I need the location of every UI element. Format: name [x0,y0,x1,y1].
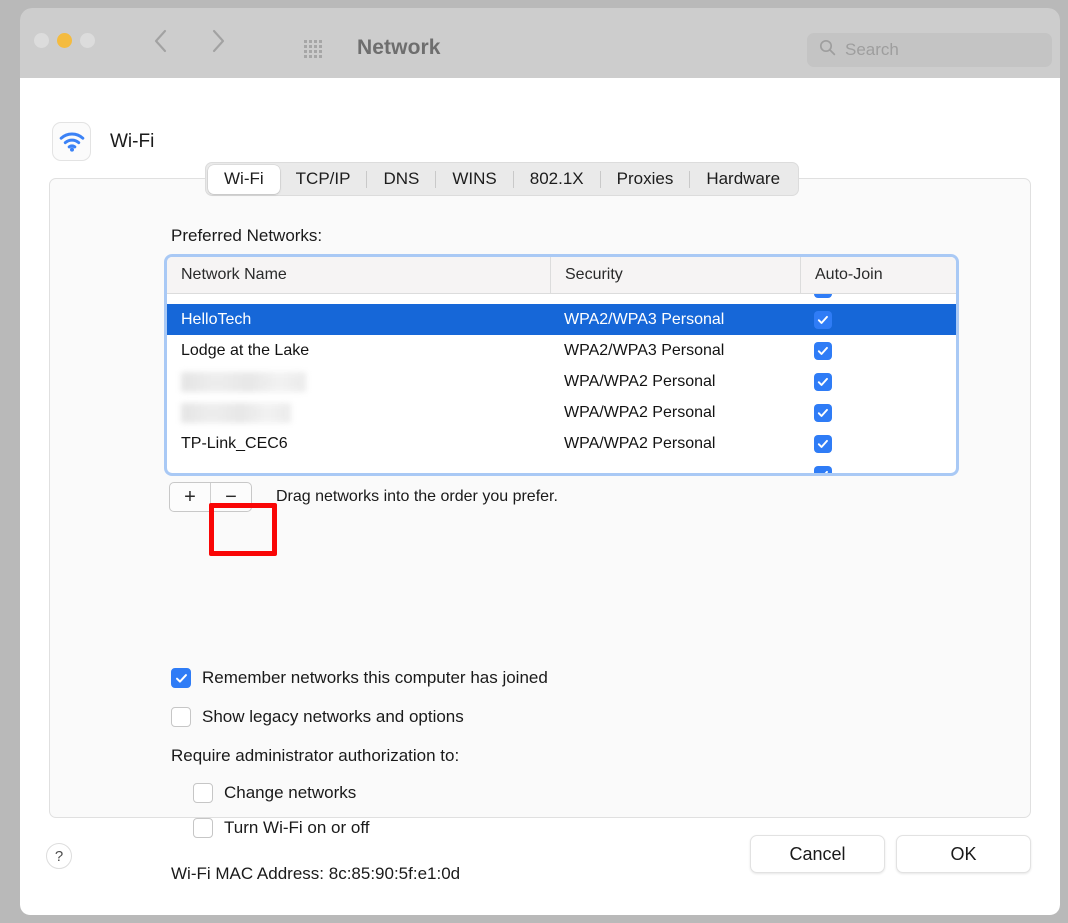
search-input[interactable]: Search [807,33,1052,67]
cell-security: WPA/WPA2 Personal [564,434,716,452]
cancel-button[interactable]: Cancel [750,835,885,873]
option-label: Remember networks this computer has join… [202,668,548,687]
tab-8021x[interactable]: 802.1X [514,165,600,194]
table-row[interactable]: Lodge at the Lake WPA2/WPA3 Personal [167,335,956,366]
minimize-button[interactable] [57,33,72,48]
service-title: Wi-Fi [110,130,155,152]
grid-icon[interactable] [304,40,326,58]
cell-network-name: TP-Link_CEC6 [181,434,288,452]
column-header-auto-join[interactable]: Auto-Join [800,257,956,293]
zoom-button[interactable] [80,33,95,48]
ok-button[interactable]: OK [896,835,1031,873]
tab-proxies[interactable]: Proxies [601,165,690,194]
cell-security: WPA2/WPA3 Personal [564,310,725,328]
chevron-left-icon[interactable] [150,29,170,53]
auto-join-checkbox[interactable] [814,403,832,422]
option-turn-wifi-on-off[interactable]: Turn Wi-Fi on or off [193,818,369,838]
window-toolbar: Network Search [20,8,1060,78]
change-networks-checkbox[interactable] [193,783,213,803]
cell-auto-join [800,434,956,453]
cell-auto-join [800,310,956,329]
auto-join-checkbox[interactable] [814,372,832,391]
chevron-right-icon[interactable] [208,29,228,53]
option-label: Show legacy networks and options [202,707,464,726]
cell-auto-join [800,341,956,360]
table-row-selected[interactable]: HelloTech WPA2/WPA3 Personal [167,304,956,335]
cell-security: WPA/WPA2 Personal [564,372,716,390]
option-label: Change networks [224,783,357,802]
network-settings-sheet: Wi-Fi Wi-Fi TCP/IP DNS WINS 802.1X Proxi… [20,78,1060,915]
cell-network-name-redacted [167,371,550,392]
wifi-icon [52,122,91,161]
redacted-network-name [181,371,306,392]
help-button[interactable]: ? [46,843,72,869]
option-remember-networks[interactable]: Remember networks this computer has join… [171,668,548,688]
auto-join-checkbox[interactable] [814,310,832,329]
table-row[interactable]: WPA/WPA2 Personal [167,366,956,397]
tab-wifi[interactable]: Wi-Fi [208,164,280,194]
navigation-buttons [150,29,228,53]
option-label: Turn Wi-Fi on or off [224,818,370,837]
cell-security: WPA/WPA2 Personal [564,403,716,421]
turn-wifi-checkbox[interactable] [193,818,213,838]
network-preferences-window: Network Search Wi-Fi Wi-Fi TCP/IP DNS WI… [20,8,1060,915]
add-remove-network-controls: + − [169,482,252,512]
column-header-security[interactable]: Security [550,257,800,293]
page-title: Network [357,36,441,59]
cell-network-name: Lodge at the Lake [181,341,310,359]
auto-join-checkbox[interactable] [814,434,832,453]
desktop-backdrop: Network Search Wi-Fi Wi-Fi TCP/IP DNS WI… [0,0,1068,923]
table-body: HelloTech WPA2/WPA3 Personal Lodge at th… [167,294,956,473]
drag-hint-text: Drag networks into the order you prefer. [276,488,558,505]
settings-tabbar: Wi-Fi TCP/IP DNS WINS 802.1X Proxies Har… [205,162,800,196]
preferred-networks-table[interactable]: Network Name Security Auto-Join HelloTec… [167,257,956,473]
redacted-network-name [181,402,291,423]
search-placeholder: Search [845,40,899,59]
require-admin-label: Require administrator authorization to: [171,746,460,765]
settings-panel: Wi-Fi TCP/IP DNS WINS 802.1X Proxies Har… [49,162,1031,883]
auto-join-checkbox[interactable] [814,294,832,298]
column-header-network-name[interactable]: Network Name [167,257,550,293]
tab-hardware[interactable]: Hardware [690,165,796,194]
cell-auto-join [800,465,956,473]
service-header: Wi-Fi [52,122,154,161]
table-row[interactable] [167,459,956,473]
search-icon [819,39,836,61]
table-header-row: Network Name Security Auto-Join [167,257,956,294]
cell-auto-join [800,403,956,422]
cell-network-name-redacted [167,402,550,423]
option-show-legacy[interactable]: Show legacy networks and options [171,707,464,727]
auto-join-checkbox[interactable] [814,341,832,360]
wifi-mac-address: Wi-Fi MAC Address: 8c:85:90:5f:e1:0d [171,864,461,883]
show-legacy-checkbox[interactable] [171,707,191,727]
remember-networks-checkbox[interactable] [171,668,191,688]
table-row[interactable]: TP-Link_CEC6 WPA/WPA2 Personal [167,428,956,459]
preferred-networks-label: Preferred Networks: [171,226,323,245]
cell-security: WPA2/WPA3 Personal [564,341,725,359]
cell-auto-join [800,372,956,391]
table-row[interactable]: WPA/WPA2 Personal [167,397,956,428]
tab-dns[interactable]: DNS [367,165,435,194]
add-network-button[interactable]: + [170,483,210,511]
tab-wins[interactable]: WINS [436,165,512,194]
auto-join-checkbox[interactable] [814,465,832,473]
cell-network-name: HelloTech [181,310,252,328]
window-controls [34,33,95,48]
remove-network-button[interactable]: − [211,483,251,511]
tab-tcpip[interactable]: TCP/IP [280,165,367,194]
cell-auto-join [800,294,956,298]
table-row[interactable] [167,294,956,304]
option-change-networks[interactable]: Change networks [193,783,356,803]
close-button[interactable] [34,33,49,48]
